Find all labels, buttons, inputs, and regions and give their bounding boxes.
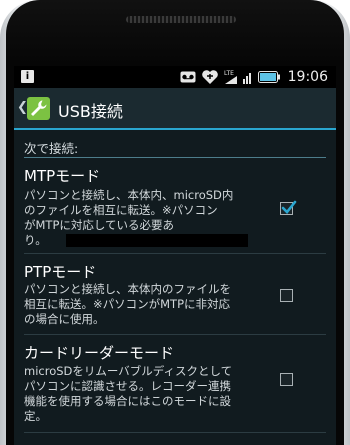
card-reader-checkbox[interactable] [280, 373, 293, 386]
lte-signal-icon: LTE [224, 70, 237, 84]
option-title: MTPモード [24, 167, 101, 185]
redaction-bar [66, 234, 248, 247]
status-bar: i LTE 19:06 [14, 66, 336, 88]
phone-top-bezel [6, 0, 344, 70]
status-icons: LTE 19:06 [180, 68, 328, 86]
option-description: パソコンと接続し、本体内のファイルを 相互に転送。※パソコンがMTPに非対応 の… [24, 282, 231, 326]
action-bar-divider [14, 128, 336, 130]
info-notification-icon: i [21, 70, 34, 83]
voicemail-icon [180, 71, 196, 83]
section-header: 次で接続: [24, 141, 79, 156]
earpiece-speaker [126, 16, 236, 23]
page-title: USB接続 [58, 102, 123, 121]
checkmark-icon [281, 200, 297, 214]
option-ptp-mode[interactable]: PTPモード パソコンと接続し、本体内のファイルを 相互に転送。※パソコンがMT… [14, 254, 336, 334]
option-description: microSDをリムーバブルディスクとして パソコンに認識させる。レコーダー連携… [24, 364, 233, 423]
screen: i LTE 19:06 ❮ USB接続 次で接続: MTPモード パソコンと接続… [14, 66, 336, 445]
signal-strength-icon [242, 73, 251, 84]
row-divider [24, 432, 326, 433]
ptp-checkbox[interactable] [280, 289, 293, 302]
mtp-checkbox[interactable] [280, 200, 297, 215]
option-mtp-mode[interactable]: MTPモード パソコンと接続し、本体内、microSD内 のファイルを相互に転送… [14, 158, 336, 252]
wrench-settings-icon[interactable] [27, 97, 50, 120]
option-title: カードリーダーモード [24, 344, 175, 362]
phone-frame: i LTE 19:06 ❮ USB接続 次で接続: MTPモード パソコンと接続… [0, 0, 350, 445]
option-title: PTPモード [24, 263, 97, 281]
action-bar[interactable]: ❮ USB接続 [14, 88, 336, 130]
lte-label: LTE [224, 70, 234, 77]
battery-icon [257, 71, 280, 83]
option-card-reader-mode[interactable]: カードリーダーモード microSDをリムーバブルディスクとして パソコンに認識… [14, 335, 336, 431]
clock: 19:06 [287, 69, 328, 85]
usb-connection-icon [201, 70, 218, 84]
